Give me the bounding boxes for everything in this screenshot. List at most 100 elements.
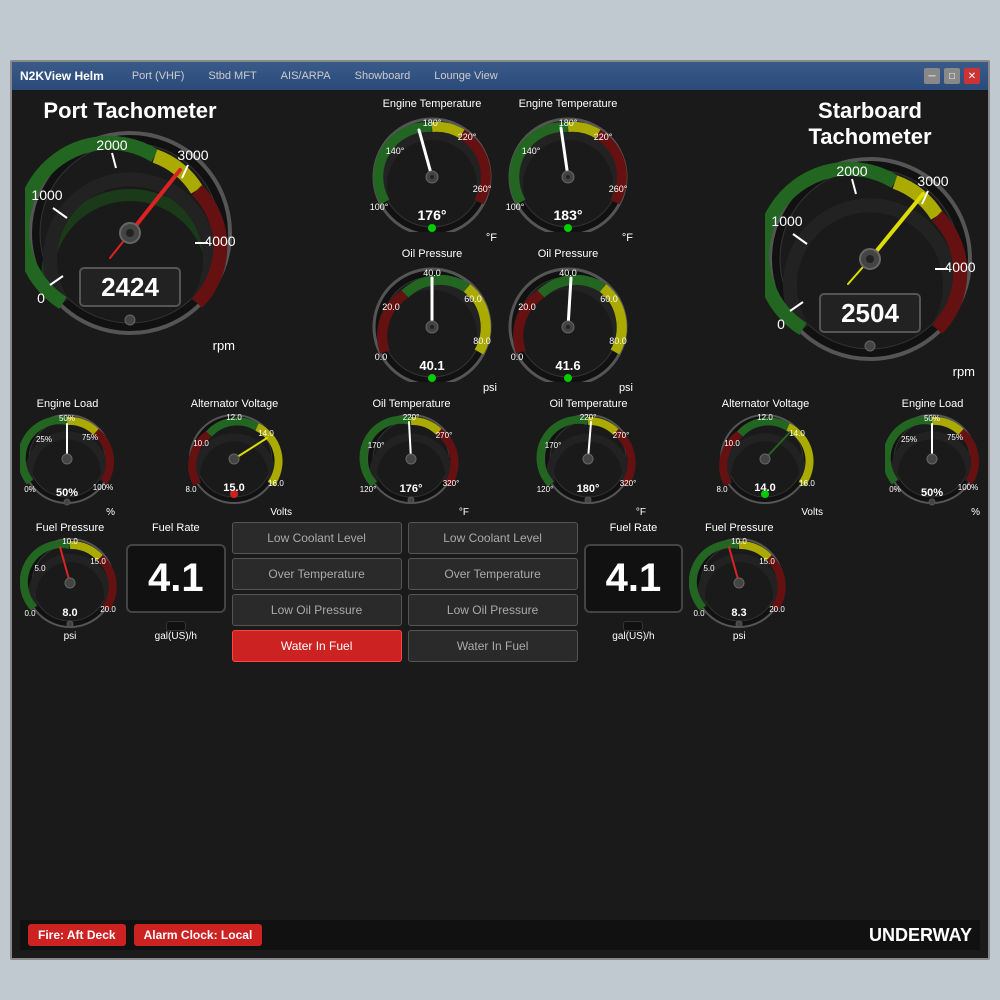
main-content: Port Tachometer xyxy=(12,90,988,958)
port-engine-load: Engine Load 0% 25% 50% 75% 100% xyxy=(20,398,115,518)
svg-text:41.6: 41.6 xyxy=(555,358,580,373)
stbd-fuel-pressure: Fuel Pressure 0.0 5.0 10.0 15.0 20.0 8.3 xyxy=(689,522,789,642)
stbd-engine-temp-label: Engine Temperature xyxy=(519,98,618,110)
svg-text:60.0: 60.0 xyxy=(464,294,482,304)
svg-text:170°: 170° xyxy=(368,441,385,450)
stbd-oil-pressure: Oil Pressure 0.0 20.0 40.0 60.0 xyxy=(503,248,633,394)
tab-showboard[interactable]: Showboard xyxy=(347,68,419,84)
svg-text:40.1: 40.1 xyxy=(419,358,444,373)
svg-text:1000: 1000 xyxy=(31,187,62,203)
port-low-oil-btn[interactable]: Low Oil Pressure xyxy=(232,594,402,626)
stbd-oil-pressure-label: Oil Pressure xyxy=(538,248,599,260)
port-fuel-pressure-label: Fuel Pressure xyxy=(36,522,104,534)
port-engine-temp-gauge: 100° 140° 180° 220° 260° 176° xyxy=(367,112,497,232)
svg-text:75%: 75% xyxy=(82,433,98,442)
svg-text:100°: 100° xyxy=(370,202,389,212)
port-fuel-rate-unit: gal(US)/h xyxy=(155,631,197,642)
svg-text:180°: 180° xyxy=(577,483,600,495)
svg-text:4000: 4000 xyxy=(944,259,975,275)
svg-text:180°: 180° xyxy=(423,118,442,128)
maximize-button[interactable]: □ xyxy=(944,68,960,84)
svg-text:50%: 50% xyxy=(921,487,943,499)
fire-status-badge[interactable]: Fire: Aft Deck xyxy=(28,924,126,946)
port-water-fuel-btn[interactable]: Water In Fuel xyxy=(232,630,402,662)
svg-text:14.0: 14.0 xyxy=(258,429,274,438)
stbd-fuel-rate-display: 4.1 xyxy=(584,544,684,613)
svg-text:0.0: 0.0 xyxy=(511,352,524,362)
stbd-oil-pressure-gauge: 0.0 20.0 40.0 60.0 80.0 41.6 xyxy=(503,262,633,382)
svg-text:270°: 270° xyxy=(436,431,453,440)
svg-text:176°: 176° xyxy=(418,207,447,223)
stbd-low-coolant-btn[interactable]: Low Coolant Level xyxy=(408,522,578,554)
stbd-oil-pressure-unit: psi xyxy=(503,382,633,394)
svg-text:0.0: 0.0 xyxy=(375,352,388,362)
svg-text:10.0: 10.0 xyxy=(193,439,209,448)
stbd-oil-temp-label: Oil Temperature xyxy=(549,398,627,410)
svg-text:15.0: 15.0 xyxy=(223,482,244,494)
stbd-alt-voltage-unit: Volts xyxy=(708,507,823,518)
svg-text:220°: 220° xyxy=(403,413,420,422)
stbd-oil-temp-gauge: 120° 170° 220° 270° 320° 180° xyxy=(531,412,646,507)
minimize-button[interactable]: ─ xyxy=(924,68,940,84)
stbd-alt-voltage: Alternator Voltage 8.0 10.0 12.0 14.0 16… xyxy=(708,398,823,518)
port-alt-voltage: Alternator Voltage 8.0 10.0 12.0 14.0 16… xyxy=(177,398,292,518)
svg-text:10.0: 10.0 xyxy=(62,537,78,546)
svg-text:8.0: 8.0 xyxy=(716,485,728,494)
stbd-over-temp-btn[interactable]: Over Temperature xyxy=(408,558,578,590)
stbd-engine-temp-unit: °F xyxy=(503,232,633,244)
svg-text:270°: 270° xyxy=(613,431,630,440)
svg-text:320°: 320° xyxy=(620,479,637,488)
oil-pressure-row: Oil Pressure 0.0 20.0 40.0 xyxy=(246,248,754,394)
svg-text:3000: 3000 xyxy=(177,147,208,163)
stbd-engine-temp-gauge: 100° 140° 180° 220° 260° 183° xyxy=(503,112,633,232)
svg-text:25%: 25% xyxy=(901,435,917,444)
svg-text:50%: 50% xyxy=(59,414,75,423)
stbd-water-fuel-btn[interactable]: Water In Fuel xyxy=(408,630,578,662)
port-over-temp-btn[interactable]: Over Temperature xyxy=(232,558,402,590)
svg-text:0.0: 0.0 xyxy=(694,609,706,618)
svg-text:50%: 50% xyxy=(924,414,940,423)
stbd-fuel-pressure-gauge: 0.0 5.0 10.0 15.0 20.0 8.3 xyxy=(689,536,789,631)
svg-text:16.0: 16.0 xyxy=(799,479,815,488)
svg-text:100%: 100% xyxy=(958,483,978,492)
port-fuel-pressure-gauge: 0.0 5.0 10.0 15.0 20.0 8.0 xyxy=(20,536,120,631)
stbd-rpm-unit: rpm xyxy=(765,364,975,379)
tab-port[interactable]: Port (VHF) xyxy=(124,68,193,84)
stbd-alarm-grid: Low Coolant Level Over Temperature Low O… xyxy=(408,522,578,662)
tab-ais[interactable]: AIS/ARPA xyxy=(273,68,339,84)
svg-text:100%: 100% xyxy=(93,483,113,492)
port-low-coolant-btn[interactable]: Low Coolant Level xyxy=(232,522,402,554)
svg-text:14.0: 14.0 xyxy=(754,482,775,494)
tab-stbd-mft[interactable]: Stbd MFT xyxy=(200,68,264,84)
port-engine-load-gauge: 0% 25% 50% 75% 100% 50% xyxy=(20,412,115,507)
port-fuel-rate-display: 4.1 xyxy=(126,544,226,613)
svg-text:1000: 1000 xyxy=(771,213,802,229)
svg-text:10.0: 10.0 xyxy=(724,439,740,448)
svg-text:2504: 2504 xyxy=(841,298,899,328)
svg-text:176°: 176° xyxy=(400,483,423,495)
port-oil-pressure-label: Oil Pressure xyxy=(402,248,463,260)
title-bar: N2KView Helm Port (VHF) Stbd MFT AIS/ARP… xyxy=(12,62,988,90)
svg-text:75%: 75% xyxy=(947,433,963,442)
port-engine-load-unit: % xyxy=(20,507,115,518)
port-engine-temp: Engine Temperature xyxy=(367,98,497,244)
stbd-low-oil-btn[interactable]: Low Oil Pressure xyxy=(408,594,578,626)
svg-text:5.0: 5.0 xyxy=(34,564,46,573)
alarm-status-badge[interactable]: Alarm Clock: Local xyxy=(134,924,263,946)
close-button[interactable]: ✕ xyxy=(964,68,980,84)
underway-status: UNDERWAY xyxy=(869,925,972,946)
svg-text:183°: 183° xyxy=(554,207,583,223)
window-controls: ─ □ ✕ xyxy=(924,68,980,84)
stbd-engine-load: Engine Load 0% 25% 50% 75% 100% 50% xyxy=(885,398,980,518)
port-oil-pressure-unit: psi xyxy=(367,382,497,394)
stbd-fuel-rate-label: Fuel Rate xyxy=(610,522,658,534)
svg-text:4000: 4000 xyxy=(204,233,235,249)
svg-text:2000: 2000 xyxy=(96,137,127,153)
svg-text:20.0: 20.0 xyxy=(382,302,400,312)
tab-lounge[interactable]: Lounge View xyxy=(426,68,505,84)
svg-text:10.0: 10.0 xyxy=(731,537,747,546)
svg-text:25%: 25% xyxy=(36,435,52,444)
engine-temp-row: Engine Temperature xyxy=(246,98,754,244)
svg-text:20.0: 20.0 xyxy=(769,605,785,614)
center-gauges-top: Engine Temperature xyxy=(246,98,754,394)
